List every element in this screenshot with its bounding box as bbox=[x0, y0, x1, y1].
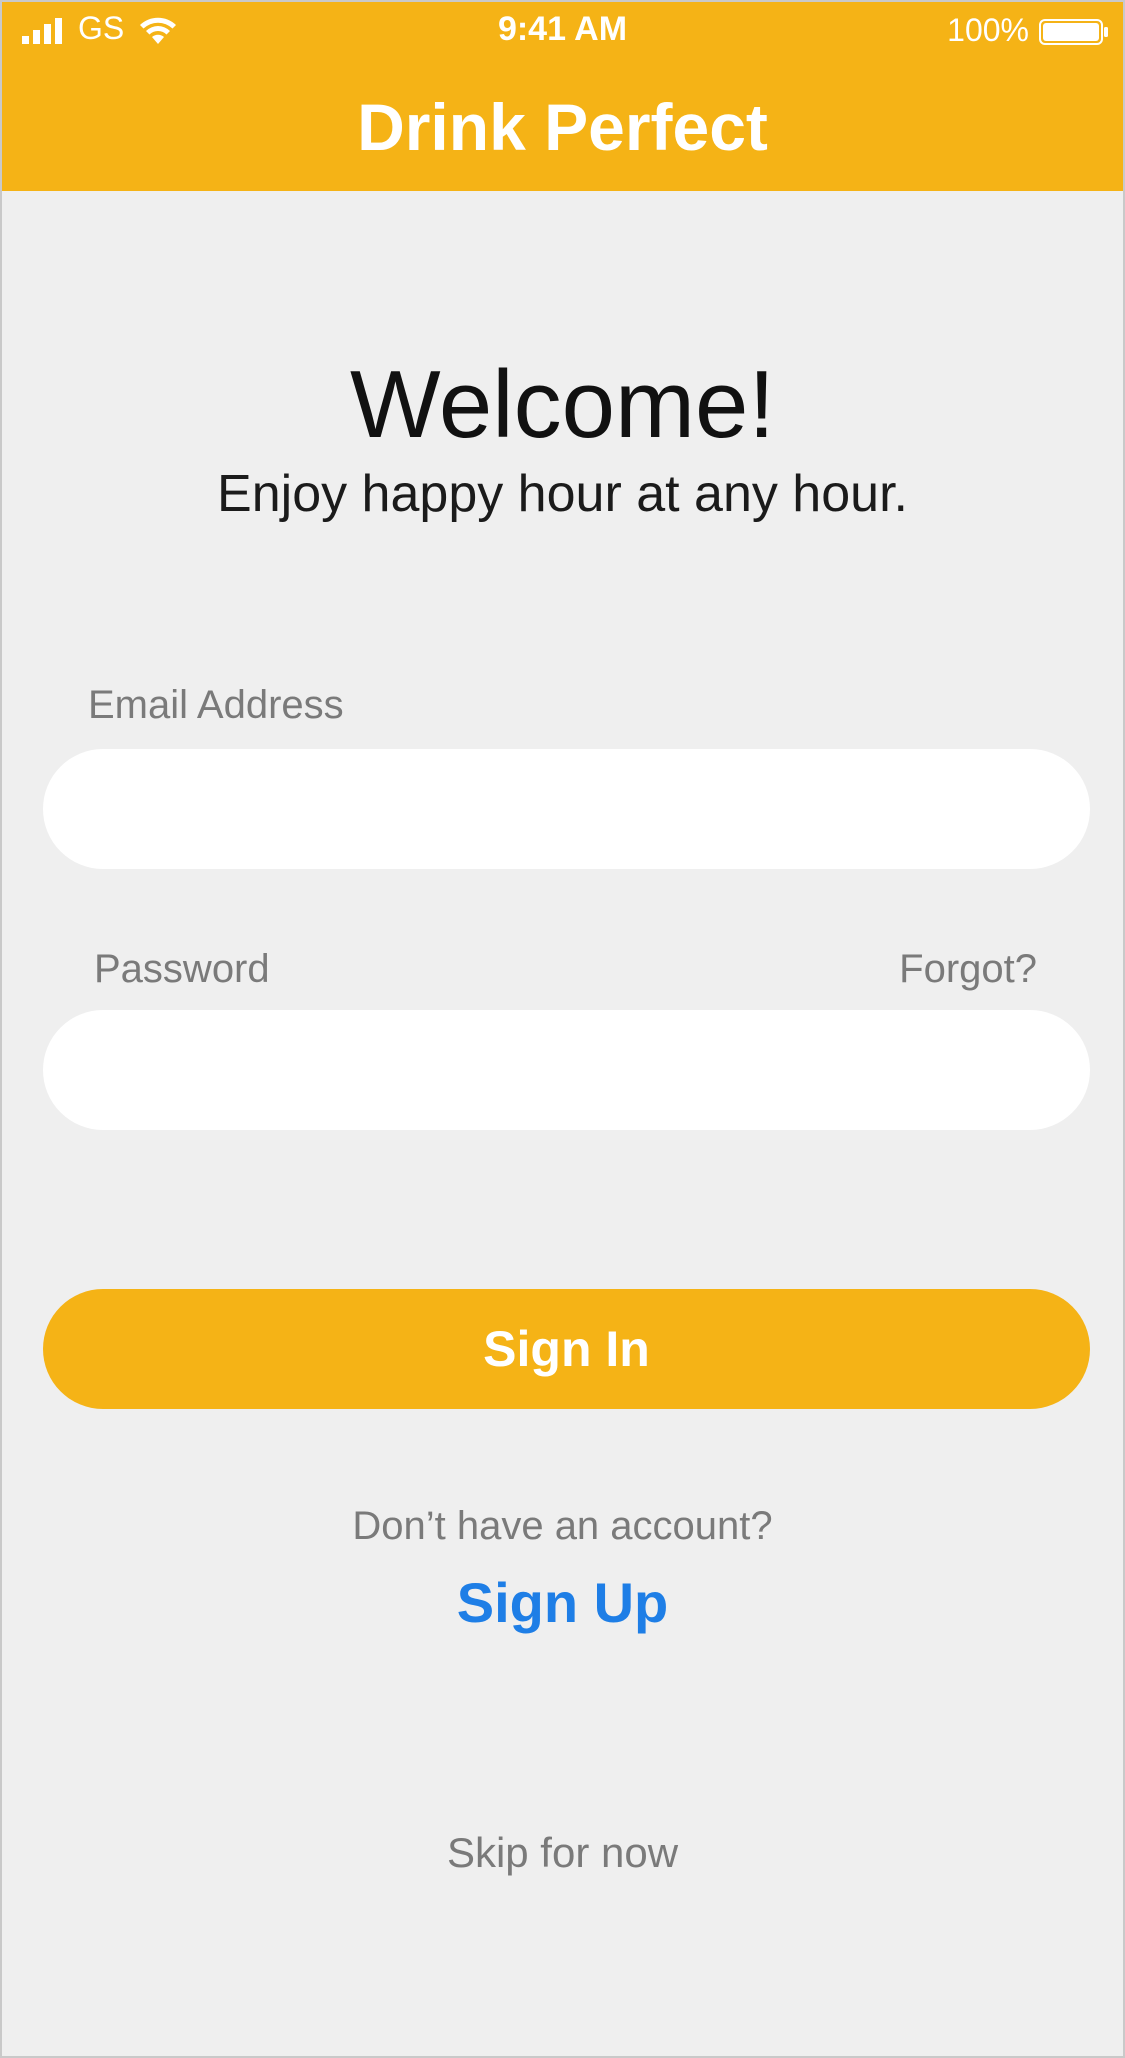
app-header: GS 9:41 AM 100% Drink Perfect bbox=[2, 2, 1123, 191]
skip-link[interactable]: Skip for now bbox=[2, 1828, 1123, 1878]
password-field[interactable] bbox=[43, 1010, 1090, 1130]
welcome-heading: Welcome! bbox=[349, 351, 775, 458]
app-screen: GS 9:41 AM 100% Drink Perfect Welcome! E… bbox=[0, 0, 1125, 2058]
status-bar: GS 9:41 AM 100% bbox=[2, 2, 1123, 58]
app-title: Drink Perfect bbox=[357, 90, 768, 164]
battery-percentage: 100% bbox=[947, 12, 1029, 48]
password-label: Password bbox=[94, 947, 270, 991]
no-account-prompt: Don’t have an account? bbox=[352, 1504, 773, 1548]
sign-up-link[interactable]: Sign Up bbox=[2, 1570, 1123, 1636]
battery-icon bbox=[1039, 19, 1108, 45]
tagline: Enjoy happy hour at any hour. bbox=[217, 465, 908, 523]
email-field[interactable] bbox=[43, 749, 1090, 869]
forgot-password-link[interactable]: Forgot? bbox=[899, 946, 1037, 992]
sign-in-button[interactable]: Sign In bbox=[43, 1289, 1090, 1409]
email-label: Email Address bbox=[88, 683, 344, 727]
